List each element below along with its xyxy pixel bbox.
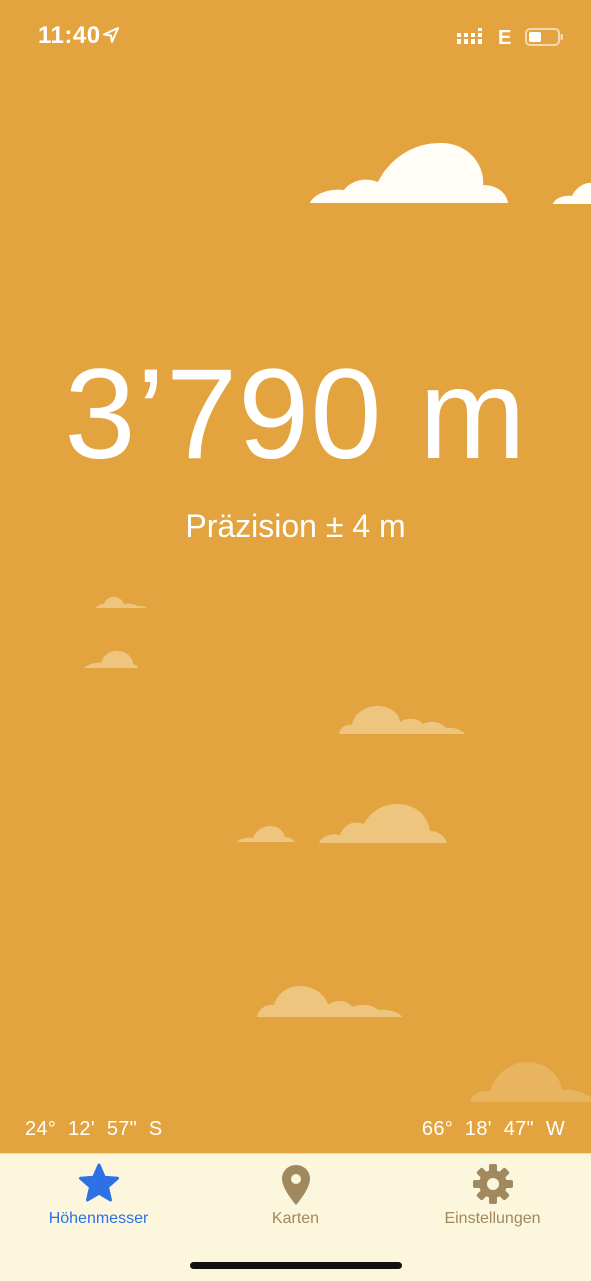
status-bar: 11:40 E [0,0,591,76]
home-indicator [190,1262,402,1269]
cloud-decoration [319,804,447,843]
network-type: E [498,27,512,49]
status-time: 11:40 [38,22,101,49]
cloud-decoration [470,1062,591,1102]
gear-icon [472,1164,513,1204]
cloud-decoration [237,826,295,842]
cloud-decoration [84,650,138,668]
precision-label: Präzision ± 4 m [185,508,406,544]
tab-hoehenmesser[interactable]: Höhenmesser [0,1154,197,1244]
tab-einstellungen[interactable]: Einstellungen [394,1154,591,1244]
tab-label: Höhenmesser [48,1210,149,1227]
location-arrow-icon [103,27,119,43]
star-icon [78,1163,119,1202]
tab-label: Karten [271,1210,320,1227]
map-pin-icon [281,1165,310,1205]
cloud-decoration [95,596,147,608]
cloud-decoration [257,985,402,1017]
cloud-decoration [553,182,591,204]
cloud-decoration [339,705,465,734]
tab-bar: Höhenmesser Karten Einstellungen [0,1153,591,1281]
battery-icon [525,28,563,46]
tab-karten[interactable]: Karten [197,1154,394,1244]
longitude-label: 66° 18' 47" W [421,1118,565,1140]
signal-bars-icon [457,28,482,44]
cloud-decoration [310,142,508,203]
altitude-value: 3’790 m [64,343,527,486]
tab-label: Einstellungen [444,1210,541,1227]
latitude-label: 24° 12' 57" S [25,1118,163,1140]
